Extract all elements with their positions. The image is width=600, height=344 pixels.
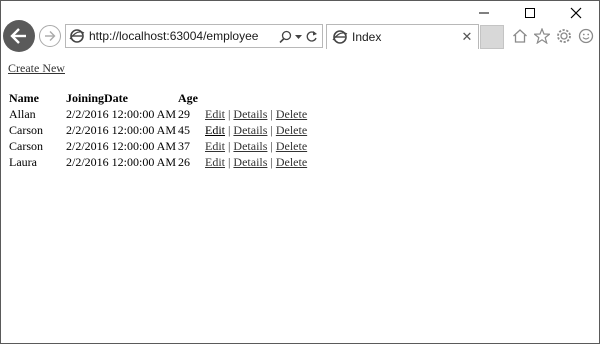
- table-header-row: Name JoiningDate Age: [8, 90, 308, 106]
- delete-link[interactable]: Delete: [276, 107, 307, 121]
- forward-arrow-icon: [45, 31, 56, 41]
- employee-table: Name JoiningDate Age Allan 2/2/2016 12:0…: [8, 90, 308, 170]
- minimize-button[interactable]: [461, 1, 507, 25]
- cell-actions: Edit | Details | Delete: [199, 154, 308, 170]
- cell-actions: Edit | Details | Delete: [199, 138, 308, 154]
- back-button[interactable]: [3, 20, 35, 52]
- cell-joining-date: 2/2/2016 12:00:00 AM: [66, 123, 177, 137]
- table-row: Carson 2/2/2016 12:00:00 AM 45 Edit | De…: [8, 122, 308, 138]
- cell-name: Laura: [9, 155, 37, 169]
- separator: |: [270, 139, 273, 153]
- cell-joining-date: 2/2/2016 12:00:00 AM: [66, 155, 177, 169]
- address-tools: [279, 30, 318, 43]
- details-link[interactable]: Details: [233, 139, 267, 153]
- cell-joining-date: 2/2/2016 12:00:00 AM: [66, 139, 177, 153]
- header-age: Age: [178, 91, 199, 105]
- create-new-link[interactable]: Create New: [8, 61, 65, 76]
- ie-tab-icon: [332, 30, 348, 44]
- tab-index[interactable]: Index ✕: [326, 24, 479, 49]
- refresh-icon[interactable]: [305, 30, 318, 43]
- header-joining-date: JoiningDate: [66, 91, 129, 105]
- cell-age: 29: [178, 107, 191, 121]
- ie-page-icon: [69, 29, 85, 43]
- caption-buttons: [461, 1, 599, 25]
- browser-window: http://localhost:63004/employee Index ✕: [0, 0, 600, 344]
- dropdown-icon[interactable]: [295, 30, 302, 43]
- close-icon: [570, 7, 582, 19]
- cell-age: 45: [178, 123, 191, 137]
- close-window-button[interactable]: [553, 1, 599, 25]
- table-row: Allan 2/2/2016 12:00:00 AM 29 Edit | Det…: [8, 106, 308, 122]
- minimize-icon: [479, 12, 489, 14]
- separator: |: [270, 123, 273, 137]
- tab-title: Index: [352, 30, 382, 44]
- header-name: Name: [9, 91, 39, 105]
- delete-link[interactable]: Delete: [276, 139, 307, 153]
- browser-toolbar: [511, 27, 594, 44]
- maximize-button[interactable]: [507, 1, 553, 25]
- tab-close-icon[interactable]: ✕: [459, 29, 475, 45]
- separator: |: [228, 155, 231, 169]
- cell-actions: Edit | Details | Delete: [199, 122, 308, 138]
- cell-name: Allan: [9, 107, 36, 121]
- cell-name: Carson: [9, 123, 43, 137]
- edit-link[interactable]: Edit: [205, 107, 225, 121]
- edit-link[interactable]: Edit: [205, 139, 225, 153]
- search-icon[interactable]: [279, 30, 292, 43]
- edit-link[interactable]: Edit: [205, 123, 225, 137]
- cell-age: 26: [178, 155, 191, 169]
- maximize-icon: [525, 8, 535, 18]
- page-content: Create New Name JoiningDate Age Allan 2/…: [8, 59, 599, 170]
- delete-link[interactable]: Delete: [276, 123, 307, 137]
- separator: |: [270, 155, 273, 169]
- back-arrow-icon: [10, 28, 26, 44]
- cell-name: Carson: [9, 139, 43, 153]
- header-actions: [199, 90, 308, 106]
- cell-actions: Edit | Details | Delete: [199, 106, 308, 122]
- cell-age: 37: [178, 139, 191, 153]
- separator: |: [228, 123, 231, 137]
- address-bar[interactable]: http://localhost:63004/employee: [65, 24, 323, 48]
- table-row: Laura 2/2/2016 12:00:00 AM 26 Edit | Det…: [8, 154, 308, 170]
- delete-link[interactable]: Delete: [276, 155, 307, 169]
- new-tab-button[interactable]: [480, 25, 504, 49]
- details-link[interactable]: Details: [233, 155, 267, 169]
- table-row: Carson 2/2/2016 12:00:00 AM 37 Edit | De…: [8, 138, 308, 154]
- details-link[interactable]: Details: [233, 107, 267, 121]
- home-icon[interactable]: [511, 27, 528, 44]
- star-icon[interactable]: [533, 27, 550, 44]
- separator: |: [270, 107, 273, 121]
- separator: |: [228, 107, 231, 121]
- forward-button[interactable]: [39, 25, 61, 47]
- smiley-icon[interactable]: [577, 27, 594, 44]
- details-link[interactable]: Details: [233, 123, 267, 137]
- cell-joining-date: 2/2/2016 12:00:00 AM: [66, 107, 177, 121]
- edit-link[interactable]: Edit: [205, 155, 225, 169]
- url-text[interactable]: http://localhost:63004/employee: [89, 29, 279, 43]
- gear-icon[interactable]: [555, 27, 572, 44]
- separator: |: [228, 139, 231, 153]
